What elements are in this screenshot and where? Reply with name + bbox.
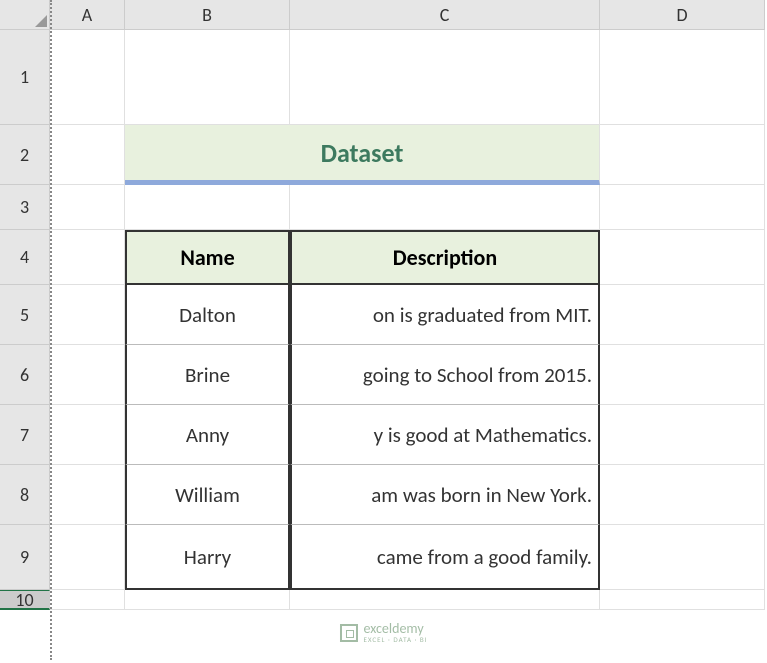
cell-A7[interactable] [50, 405, 125, 465]
cell-D7[interactable] [600, 405, 765, 465]
cell-B10[interactable] [125, 590, 290, 610]
row-header-1[interactable]: 1 [0, 30, 50, 125]
cell-A10[interactable] [50, 590, 125, 610]
col-header-D[interactable]: D [600, 0, 765, 30]
select-all-corner[interactable] [0, 0, 50, 30]
table-row[interactable]: y is good at Mathematics. [290, 405, 600, 465]
table-row[interactable]: on is graduated from MIT. [290, 285, 600, 345]
cell-D1[interactable] [600, 30, 765, 125]
desc-text: y is good at Mathematics. [374, 422, 592, 448]
desc-text: came from a good family. [377, 544, 592, 570]
table-row[interactable]: Brine [125, 345, 290, 405]
row-header-7[interactable]: 7 [0, 405, 50, 465]
cell-A4[interactable] [50, 230, 125, 285]
table-row[interactable]: came from a good family. [290, 525, 600, 590]
cell-A1[interactable] [50, 30, 125, 125]
watermark-tagline: EXCEL · DATA · BI [363, 636, 427, 643]
page-break-line [50, 0, 52, 660]
row-header-3[interactable]: 3 [0, 185, 50, 230]
cell-D3[interactable] [600, 185, 765, 230]
row-header-5[interactable]: 5 [0, 285, 50, 345]
cell-A3[interactable] [50, 185, 125, 230]
table-row[interactable]: Anny [125, 405, 290, 465]
watermark-brand: exceldemy [363, 622, 427, 636]
cell-B3[interactable] [125, 185, 290, 230]
row-header-6[interactable]: 6 [0, 345, 50, 405]
desc-text: on is graduated from MIT. [373, 302, 592, 328]
desc-text: going to School from 2015. [363, 362, 592, 388]
col-header-C[interactable]: C [290, 0, 600, 30]
cell-A5[interactable] [50, 285, 125, 345]
cell-A8[interactable] [50, 465, 125, 525]
cell-D10[interactable] [600, 590, 765, 610]
table-header-description[interactable]: Description [290, 230, 600, 285]
table-header-name[interactable]: Name [125, 230, 290, 285]
cell-D5[interactable] [600, 285, 765, 345]
table-row[interactable]: Harry [125, 525, 290, 590]
row-header-9[interactable]: 9 [0, 525, 50, 590]
spreadsheet-grid: A B C D 1 2 Dataset 3 4 Name Description… [0, 0, 767, 610]
cell-D2[interactable] [600, 125, 765, 185]
cell-A6[interactable] [50, 345, 125, 405]
cell-D8[interactable] [600, 465, 765, 525]
cell-C10[interactable] [290, 590, 600, 610]
row-header-10[interactable]: 10 [0, 590, 50, 610]
table-row[interactable]: Dalton [125, 285, 290, 345]
col-header-B[interactable]: B [125, 0, 290, 30]
row-header-4[interactable]: 4 [0, 230, 50, 285]
cell-D4[interactable] [600, 230, 765, 285]
title-cell[interactable]: Dataset [125, 125, 600, 185]
desc-text: am was born in New York. [371, 482, 592, 508]
cell-C1[interactable] [290, 30, 600, 125]
table-row[interactable]: going to School from 2015. [290, 345, 600, 405]
cell-C3[interactable] [290, 185, 600, 230]
row-header-8[interactable]: 8 [0, 465, 50, 525]
table-row[interactable]: William [125, 465, 290, 525]
cell-D6[interactable] [600, 345, 765, 405]
row-header-2[interactable]: 2 [0, 125, 50, 185]
cell-A2[interactable] [50, 125, 125, 185]
col-header-A[interactable]: A [50, 0, 125, 30]
cell-B1[interactable] [125, 30, 290, 125]
cell-A9[interactable] [50, 525, 125, 590]
watermark-logo-icon [339, 624, 357, 642]
cell-D9[interactable] [600, 525, 765, 590]
table-row[interactable]: am was born in New York. [290, 465, 600, 525]
watermark: exceldemy EXCEL · DATA · BI [339, 622, 427, 643]
